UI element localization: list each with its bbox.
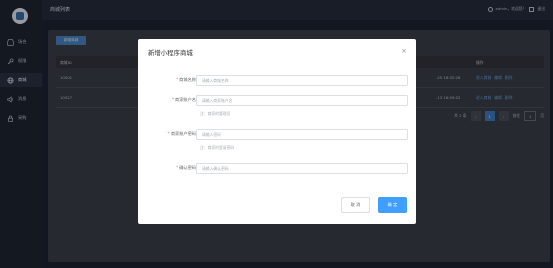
account-password-label: *商家账户密码 — [167, 131, 196, 136]
store-name-label: *商城名称 — [176, 77, 196, 82]
confirm-password-label: *确认密码 — [176, 165, 196, 170]
account-password-hint: 注：商家的登录密码 — [200, 145, 235, 150]
account-name-input[interactable]: 请输入商家账户名 — [196, 95, 408, 106]
cancel-button[interactable]: 取 消 — [341, 197, 370, 213]
account-password-input[interactable]: 请输入密码 — [196, 129, 408, 140]
dialog-title: 新增小程序商城 — [148, 49, 193, 57]
account-name-label: *商家账户名 — [171, 97, 196, 102]
store-name-input[interactable]: 请输入商城名称 — [196, 75, 408, 86]
confirm-button[interactable]: 确 定 — [378, 197, 407, 213]
confirm-password-input[interactable]: 请输入确认密码 — [196, 163, 408, 174]
account-name-hint: 注：商家的管理员 — [200, 111, 231, 116]
add-store-dialog: 新增小程序商城 × *商城名称 请输入商城名称 *商家账户名 请输入商家账户名 … — [138, 39, 416, 224]
close-icon[interactable]: × — [401, 47, 407, 55]
